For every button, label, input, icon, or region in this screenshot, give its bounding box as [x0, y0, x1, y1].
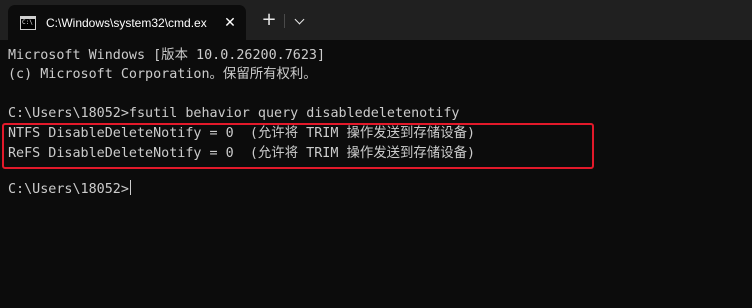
text-cursor	[129, 180, 131, 195]
tab-cmd[interactable]: C:\Windows\system32\cmd.ex ✕	[8, 5, 246, 40]
close-icon[interactable]: ✕	[220, 13, 240, 33]
cmd-icon	[20, 16, 36, 30]
prompt-text: C:\Users\18052>	[8, 182, 129, 197]
console-line: NTFS DisableDeleteNotify = 0 (允许将 TRIM 操…	[8, 126, 476, 141]
plus-icon[interactable]: +	[258, 10, 280, 32]
console-line: Microsoft Windows [版本 10.0.26200.7623]	[8, 48, 326, 63]
console-line: ReFS DisableDeleteNotify = 0 (允许将 TRIM 操…	[8, 146, 476, 161]
console-output[interactable]: Microsoft Windows [版本 10.0.26200.7623] (…	[0, 40, 752, 308]
tab-divider	[284, 14, 285, 28]
console-line: (c) Microsoft Corporation。保留所有权利。	[8, 67, 317, 82]
prompt-line[interactable]: C:\Users\18052>	[8, 180, 131, 200]
title-bar: C:\Windows\system32\cmd.ex ✕ +	[0, 0, 752, 40]
console-line: C:\Users\18052>fsutil behavior query dis…	[8, 106, 460, 121]
terminal-window: C:\Windows\system32\cmd.ex ✕ + Microsoft…	[0, 0, 752, 308]
tab-title: C:\Windows\system32\cmd.ex	[46, 16, 207, 30]
chevron-down-icon[interactable]	[290, 11, 310, 31]
